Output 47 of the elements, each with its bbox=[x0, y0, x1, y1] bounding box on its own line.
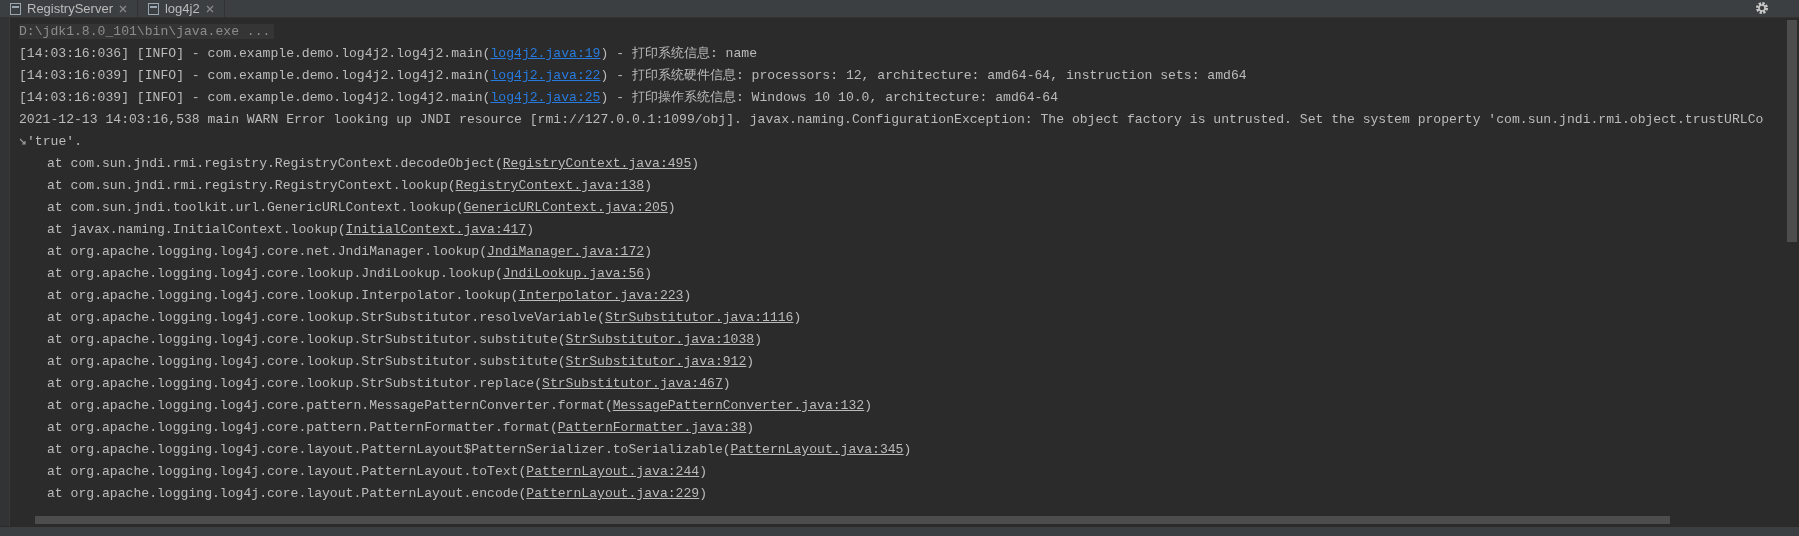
vertical-scrollbar[interactable] bbox=[1787, 20, 1797, 242]
log-line: at javax.naming.InitialContext.lookup(InitialContext.java:417) bbox=[46, 221, 535, 239]
file-icon bbox=[10, 2, 21, 15]
settings-icon[interactable] bbox=[1755, 1, 1769, 15]
source-link[interactable]: PatternLayout.java:229 bbox=[526, 486, 700, 501]
close-icon[interactable] bbox=[205, 4, 214, 13]
log-line: at com.sun.jndi.rmi.registry.RegistryContext.lookup(RegistryContext.java:138) bbox=[46, 177, 653, 195]
log-line: at org.apache.logging.log4j.core.lookup.StrSubstitutor.resolveVariable(StrSubstitutor.java:1116) bbox=[46, 309, 802, 327]
source-link[interactable]: JndiLookup.java:56 bbox=[502, 266, 645, 281]
source-link[interactable]: PatternFormatter.java:38 bbox=[557, 420, 747, 435]
log-line: at com.sun.jndi.toolkit.url.GenericURLContext.lookup(GenericURLContext.java:205) bbox=[46, 199, 676, 217]
source-link[interactable]: PatternLayout.java:244 bbox=[526, 464, 700, 479]
source-link[interactable]: StrSubstitutor.java:912 bbox=[565, 354, 747, 369]
source-link[interactable]: InitialContext.java:417 bbox=[345, 222, 527, 237]
log-line: [14:03:16:036] [INFO] - com.example.demo.log4j2.log4j2.main(log4j2.java:19) - 打印系统信息: name bbox=[19, 45, 758, 63]
close-icon[interactable] bbox=[118, 4, 127, 13]
log-line: [14:03:16:039] [INFO] - com.example.demo.log4j2.log4j2.main(log4j2.java:22) - 打印系统硬件信息: processors: 12, architecture: amd64-64, instruction sets: amd64 bbox=[19, 67, 1247, 85]
source-link[interactable]: PatternLayout.java:345 bbox=[730, 442, 904, 457]
source-link[interactable]: RegistryContext.java:495 bbox=[502, 156, 692, 171]
source-link[interactable]: JndiManager.java:172 bbox=[487, 244, 645, 259]
soft-wrap-icon bbox=[19, 137, 27, 147]
log-line: at org.apache.logging.log4j.core.lookup.JndiLookup.lookup(JndiLookup.java:56) bbox=[46, 265, 653, 283]
log-line: at org.apache.logging.log4j.core.lookup.Interpolator.lookup(Interpolator.java:223) bbox=[46, 287, 692, 305]
log-line: [14:03:16:039] [INFO] - com.example.demo.log4j2.log4j2.main(log4j2.java:25) - 打印操作系统信息: Windows 10 10.0, architecture: amd64-64 bbox=[19, 89, 1059, 107]
log-line: at org.apache.logging.log4j.core.lookup.StrSubstitutor.replace(StrSubstitutor.java:467) bbox=[46, 375, 731, 393]
source-link[interactable]: StrSubstitutor.java:1116 bbox=[604, 310, 794, 325]
log-line: at com.sun.jndi.rmi.registry.RegistryContext.decodeObject(RegistryContext.java:495) bbox=[46, 155, 700, 173]
log-line: 'true'. bbox=[27, 133, 82, 151]
file-icon bbox=[147, 2, 159, 15]
tab-label: log4j2 bbox=[164, 0, 200, 17]
log-line: 2021-12-13 14:03:16,538 main WARN Error looking up JNDI resource [rmi://127.0.0.1:1099/obj]. javax.naming.ConfigurationException: The object factory is untrusted. Set the system property 'com.sun.jndi.rmi.object.trustURLCo bbox=[19, 111, 1764, 129]
source-link[interactable]: RegistryContext.java:138 bbox=[455, 178, 645, 193]
source-link[interactable]: StrSubstitutor.java:467 bbox=[542, 376, 723, 391]
log-line: at org.apache.logging.log4j.core.pattern.MessagePatternConverter.format(MessagePatternConverter.java:132) bbox=[46, 397, 873, 415]
log-line: at org.apache.logging.log4j.core.pattern.PatternFormatter.format(PatternFormatter.java:38) bbox=[46, 419, 755, 437]
horizontal-scrollbar[interactable] bbox=[35, 516, 1670, 524]
log-line: at org.apache.logging.log4j.core.lookup.StrSubstitutor.substitute(StrSubstitutor.java:1038) bbox=[46, 331, 763, 349]
log-line: at org.apache.logging.log4j.core.lookup.StrSubstitutor.substitute(StrSubstitutor.java:912) bbox=[46, 353, 755, 371]
source-link[interactable]: MessagePatternConverter.java:132 bbox=[612, 398, 865, 413]
source-link[interactable]: StrSubstitutor.java:1038 bbox=[565, 332, 755, 347]
log-line: at org.apache.logging.log4j.core.layout.PatternLayout.encode(PatternLayout.java:229) bbox=[46, 485, 708, 503]
log-line: at org.apache.logging.log4j.core.layout.PatternLayout.toText(PatternLayout.java:244) bbox=[46, 463, 708, 481]
log-line: at org.apache.logging.log4j.core.layout.PatternLayout$PatternSerializer.toSerializable(PatternLayout.java:345) bbox=[46, 441, 912, 459]
source-link[interactable]: Interpolator.java:223 bbox=[518, 288, 684, 303]
source-link[interactable]: GenericURLContext.java:205 bbox=[463, 200, 668, 215]
tab-label: RegistryServer bbox=[27, 0, 113, 17]
log-line: at org.apache.logging.log4j.core.net.JndiManager.lookup(JndiManager.java:172) bbox=[46, 243, 653, 261]
